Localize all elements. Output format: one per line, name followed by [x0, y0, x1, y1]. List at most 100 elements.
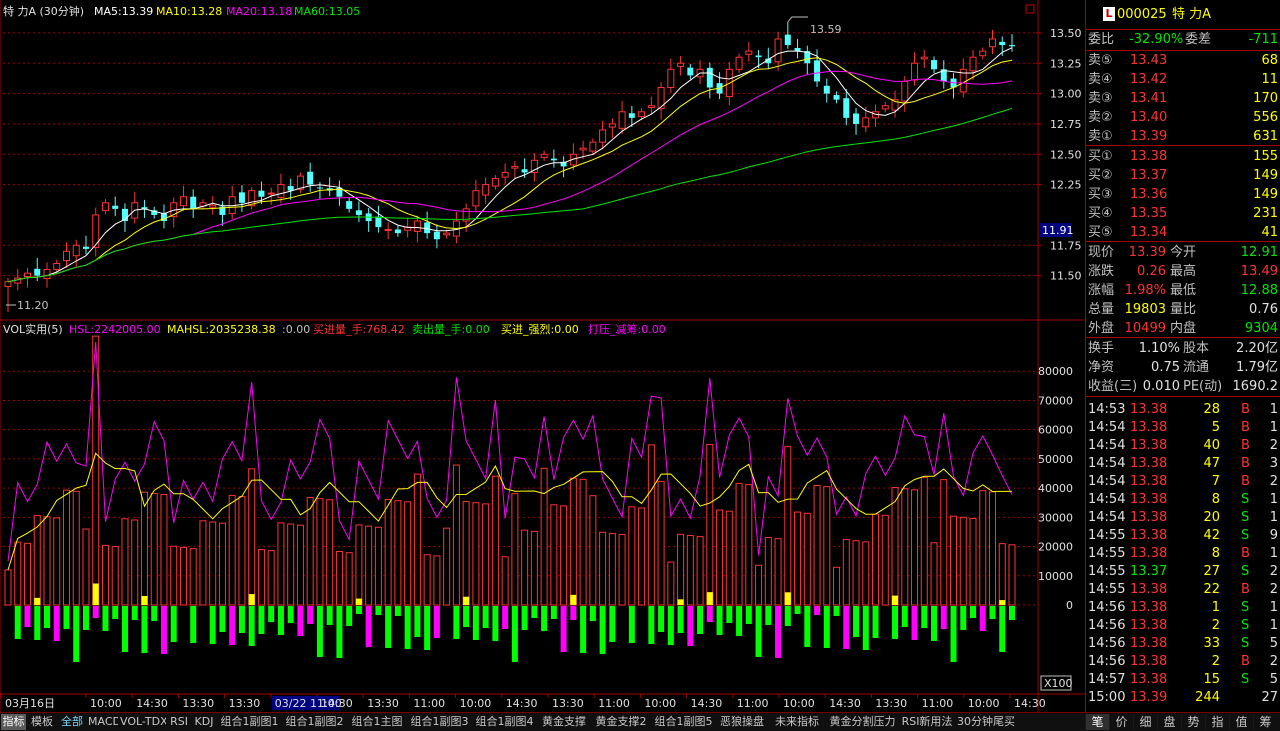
volume-bar [862, 541, 870, 606]
kline-chart[interactable]: 13.50 13.25 13.00 12.75 12.50 12.25 11.75 11.50… [0, 0, 1085, 731]
sell-bar [14, 606, 21, 639]
toolbar-tab[interactable]: 组合1副图5 [652, 714, 715, 730]
volume-bar [72, 490, 80, 606]
toolbar-tab[interactable]: 指标 [1, 714, 26, 730]
level-volume: 170 [1253, 91, 1278, 106]
vol-hsl: HSL:2242005.00 [69, 323, 161, 336]
candle-body [911, 62, 919, 81]
sell-bar [277, 606, 284, 635]
sell-bar [775, 606, 782, 658]
tick-time: 14:56 [1088, 618, 1126, 633]
toolbar-tab[interactable]: MACD [88, 714, 118, 730]
volume-bar [277, 522, 285, 606]
tick-row: 14:54 13.38 40 B 2 [1086, 437, 1280, 455]
candle-body [881, 105, 889, 110]
low-label: 11.20 [17, 299, 49, 312]
volume-bar [920, 476, 928, 606]
volume-bar [677, 533, 685, 606]
stock-name: 特 力A [1172, 7, 1212, 22]
volume-bar [540, 467, 548, 606]
toolbar-tab[interactable]: 组合1副图1 [218, 714, 281, 730]
candle-body [745, 50, 753, 55]
volume-bar [248, 468, 256, 606]
volume-bar [62, 489, 70, 606]
toolbar-tab[interactable]: 黄金支撑 [538, 714, 590, 730]
volume-bar [82, 528, 90, 606]
stat-value: 13.39 [1128, 245, 1166, 260]
candle-body [901, 80, 909, 102]
toolbar-tab[interactable]: 黄金分割压力 [827, 714, 898, 730]
tick-time: 14:53 [1088, 402, 1126, 417]
tick-volume: 5 [1211, 420, 1220, 435]
panel-tab[interactable]: 筹 [1253, 714, 1277, 730]
volume-bar [911, 489, 919, 606]
toolbar-tab[interactable]: 组合1主图 [348, 714, 406, 730]
sell-bar [843, 606, 850, 649]
vol-tick-label: 0 [1066, 599, 1073, 612]
stat-label: 现价 [1088, 245, 1115, 260]
level-volume: 231 [1253, 206, 1278, 221]
chart-title: 特 力A (30分钟) [3, 4, 84, 18]
level-label: 卖② [1088, 110, 1113, 125]
toolbar-tab[interactable]: 未来指标 [769, 714, 825, 730]
toolbar-tab[interactable]: KDJ [192, 714, 216, 730]
volume-bar [813, 484, 821, 606]
panel-tab[interactable]: 价 [1109, 714, 1133, 730]
sell-bar [160, 606, 167, 654]
panel-tab[interactable]: 细 [1133, 714, 1157, 730]
toolbar-tab[interactable]: 黄金支撑2 [592, 714, 650, 730]
panel-tab[interactable]: 势 [1181, 714, 1205, 730]
volume-bar [452, 464, 460, 606]
tick-side: S [1241, 600, 1250, 615]
sell-bar [375, 606, 382, 615]
time-tick-label: 10:00 [783, 697, 815, 710]
level-price: 13.35 [1130, 206, 1168, 221]
tick-side: S [1241, 636, 1250, 651]
tick-price: 13.38 [1130, 582, 1168, 597]
tick-time: 14:54 [1088, 510, 1126, 525]
volume-bar [774, 538, 782, 606]
sell-bar [716, 606, 723, 635]
volume-bar [1008, 544, 1016, 606]
sell-bar [287, 606, 294, 623]
volume-bar [296, 524, 304, 606]
toolbar-tab[interactable]: 30分钟尾买 [956, 714, 1016, 730]
volume-bar [725, 510, 733, 606]
tick-count: 3 [1269, 456, 1278, 471]
sell-bar [394, 606, 401, 616]
toolbar-tab[interactable]: VOL-TDX [120, 714, 166, 730]
panel-tab[interactable]: 笔 [1085, 714, 1109, 730]
sell-bar [560, 606, 567, 652]
candle-body [969, 56, 977, 72]
time-tick-label: 13:30 [229, 697, 261, 710]
level-volume: 41 [1261, 225, 1278, 240]
tick-time: 14:56 [1088, 636, 1126, 651]
toolbar-tab[interactable]: RSI [168, 714, 190, 730]
panel-tab[interactable]: 值 [1229, 714, 1253, 730]
sell-bar [677, 606, 684, 633]
price-tick-label: 11.75 [1050, 239, 1082, 252]
candle-body [920, 56, 928, 60]
tick-volume: 40 [1203, 438, 1220, 453]
stat-value: 12.91 [1240, 245, 1278, 260]
volume-bar [842, 539, 850, 606]
toolbar-tab[interactable]: 组合1副图3 [408, 714, 471, 730]
candle-body [307, 171, 314, 185]
toolbar-tab[interactable]: 组合1副图4 [473, 714, 536, 730]
sell-bar [472, 606, 479, 640]
toolbar-tab[interactable]: 组合1副图2 [283, 714, 346, 730]
volume-bar [530, 530, 538, 606]
time-tick-label: 14:30 [1014, 697, 1046, 710]
toolbar-tab[interactable]: 恶狼操盘 [717, 714, 767, 730]
toolbar-tab[interactable]: 模板 [28, 714, 56, 730]
volume-bar [784, 446, 792, 606]
tick-volume: 47 [1203, 456, 1220, 471]
panel-tab[interactable]: 盘 [1157, 714, 1181, 730]
toolbar-tab[interactable]: RSI新用法 [900, 714, 954, 730]
volume-bar [306, 496, 314, 606]
sell-bar [424, 606, 431, 650]
sell-bar [248, 606, 255, 646]
candle-body [53, 262, 61, 271]
panel-tab[interactable]: 指 [1205, 714, 1229, 730]
toolbar-tab[interactable]: 全部 [58, 714, 86, 730]
